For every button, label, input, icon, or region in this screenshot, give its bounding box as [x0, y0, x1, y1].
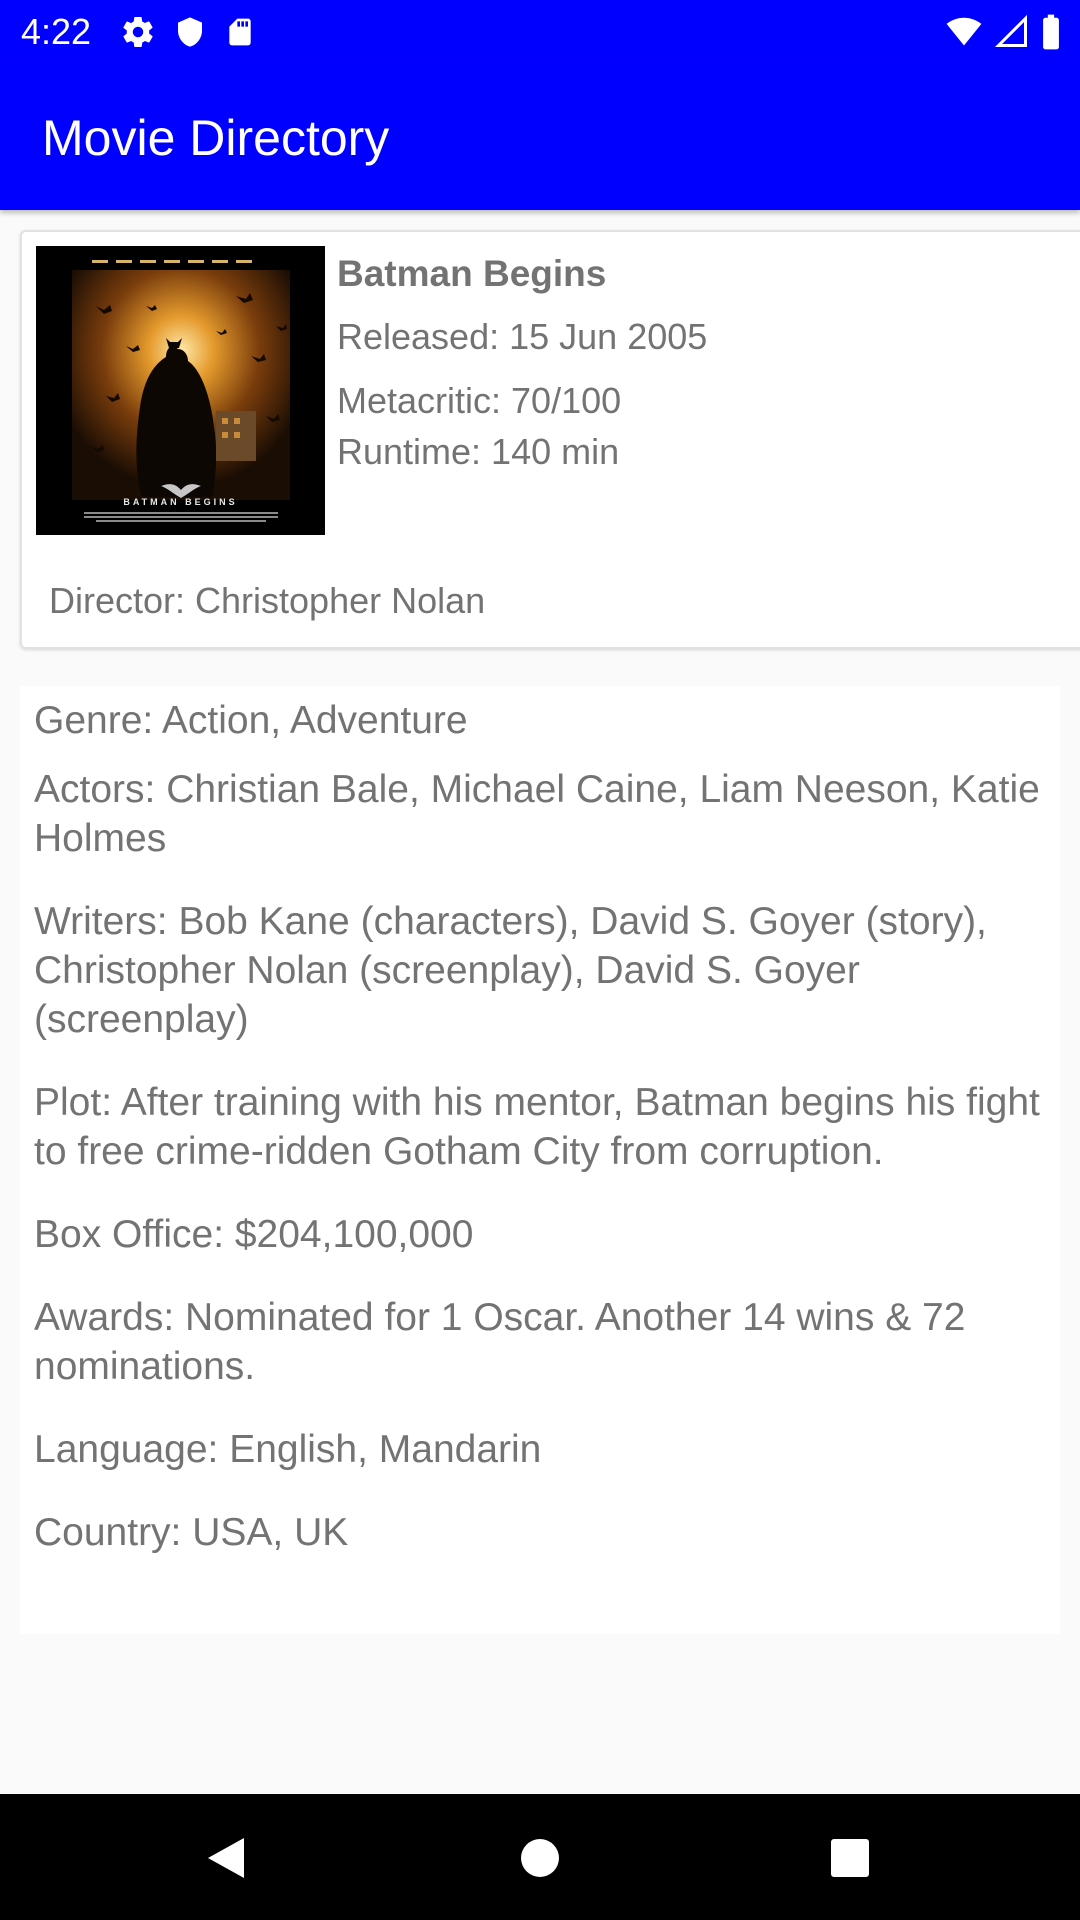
status-left-icons: [120, 12, 256, 52]
status-right-icons: [944, 12, 1062, 52]
signal-icon: [994, 14, 1027, 47]
recents-button[interactable]: [818, 1826, 882, 1890]
movie-title: Batman Begins: [337, 253, 607, 294]
status-time: 4:22: [21, 11, 92, 52]
settings-icon: [123, 17, 153, 48]
back-button[interactable]: [194, 1826, 258, 1890]
wifi-icon: [946, 17, 982, 46]
detail-awards: Awards: Nominated for 1 Oscar. Another 1…: [34, 1296, 966, 1388]
movie-poster: BATMAN BEGINS: [36, 246, 325, 535]
detail-actors: Actors: Christian Bale, Michael Caine, L…: [34, 768, 1040, 860]
detail-plot: Plot: After training with his mentor, Ba…: [34, 1081, 1040, 1173]
detail-language: Language: English, Mandarin: [34, 1428, 542, 1471]
details-panel: Genre: Action, Adventure Actors: Christi…: [20, 686, 1060, 1634]
app-title: Movie Directory: [42, 110, 390, 166]
battery-icon: [1043, 14, 1059, 50]
status-bar: 4:22: [0, 0, 1080, 63]
home-icon: [521, 1839, 559, 1877]
back-icon: [208, 1838, 244, 1878]
movie-runtime: Runtime: 140 min: [337, 431, 620, 472]
movie-released: Released: 15 Jun 2005: [337, 316, 708, 357]
detail-country: Country: USA, UK: [34, 1511, 349, 1554]
shield-icon: [178, 17, 202, 47]
detail-writers: Writers: Bob Kane (characters), David S.…: [34, 900, 987, 1041]
nav-bar: [0, 1794, 1080, 1920]
recents-icon: [831, 1839, 869, 1877]
app-bar: Movie Directory: [0, 63, 1080, 210]
movie-card[interactable]: BATMAN BEGINS Batman Begins Released: 15…: [20, 230, 1080, 649]
detail-box-office: Box Office: $204,100,000: [34, 1213, 474, 1256]
movie-metacritic: Metacritic: 70/100: [337, 380, 622, 421]
movie-director: Director: Christopher Nolan: [49, 580, 486, 621]
sd-card-icon: [229, 18, 251, 46]
home-button[interactable]: [508, 1826, 572, 1890]
poster-caption: BATMAN BEGINS: [123, 497, 237, 507]
detail-genre: Genre: Action, Adventure: [34, 699, 468, 742]
